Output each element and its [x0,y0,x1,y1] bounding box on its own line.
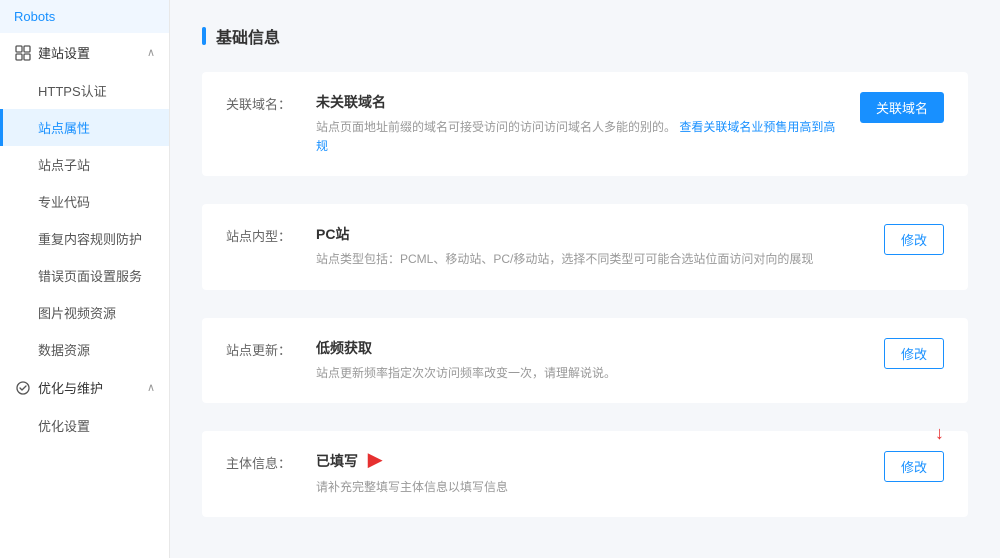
row-action-domain: 关联域名 [860,92,944,123]
row-desc-update: 站点更新频率指定次次访问频率改变一次，请理解说说。 [316,364,860,383]
row-content-domain: 未关联域名 站点页面地址前缀的域名可接受访问的访问访问域名人多能的别的。 查看关… [316,92,836,156]
sidebar-item-site-props[interactable]: 站点属性 ◀ [0,109,169,146]
btn-modify-update[interactable]: 修改 [884,338,944,369]
sidebar-item-error-page[interactable]: 错误页面设置服务 [0,257,169,294]
row-title-filled: 已填写 ◀ [316,451,860,472]
sidebar-item-data-resource[interactable]: 数据资源 [0,331,169,368]
sidebar-item-subdomain[interactable]: 站点子站 [0,146,169,183]
sidebar-group-optimization[interactable]: 优化与维护 ∧ [0,368,169,407]
sidebar: Robots 建站设置 ∧ HTTPS认证 站点属性 ◀ 站点子站 专业代码 重… [0,0,170,558]
info-row-pc-site: 站点内型： PC站 站点类型包括：PCML、移动站、PC/移动站，选择不同类型可… [202,204,968,289]
btn-modify-filled[interactable]: 修改 [884,451,944,482]
row-desc-filled: 请补充完整填写主体信息以填写信息 [316,478,860,497]
info-row-update: 站点更新： 低频获取 站点更新频率指定次次访问频率改变一次，请理解说说。 修改 [202,318,968,403]
row-title-domain: 未关联域名 [316,92,836,112]
row-label-domain: 关联域名： [226,92,316,113]
row-title-update: 低频获取 [316,338,860,358]
info-row-domain: 关联域名： 未关联域名 站点页面地址前缀的域名可接受访问的访问访问域名人多能的别… [202,72,968,176]
chevron-icon: ∧ [147,46,155,59]
row-title-pc: PC站 [316,224,860,244]
optimize-icon [14,379,32,397]
sidebar-item-content-rules[interactable]: 重复内容规则防护 [0,220,169,257]
row-content-pc: PC站 站点类型包括：PCML、移动站、PC/移动站，选择不同类型可可能合选站位… [316,224,860,269]
row-label-pc: 站点内型： [226,224,316,245]
row-action-filled: ↓ 修改 [884,451,944,482]
info-row-filled: 主体信息： 已填写 ◀ 请补充完整填写主体信息以填写信息 ↓ 修改 [202,431,968,517]
row-desc-pc: 站点类型包括：PCML、移动站、PC/移动站，选择不同类型可可能合选站位面访问对… [316,250,860,269]
section-title: 基础信息 [202,24,968,48]
red-arrow-right: ↓ [935,423,944,444]
row-action-pc: 修改 [884,224,944,255]
row-action-update: 修改 [884,338,944,369]
sidebar-group-site-settings[interactable]: 建站设置 ∧ [0,33,169,72]
settings-icon [14,44,32,62]
row-content-update: 低频获取 站点更新频率指定次次访问频率改变一次，请理解说说。 [316,338,860,383]
row-content-filled: 已填写 ◀ 请补充完整填写主体信息以填写信息 [316,451,860,497]
red-arrow-left: ◀ [368,451,382,472]
main-content: 基础信息 关联域名： 未关联域名 站点页面地址前缀的域名可接受访问的访问访问域名… [170,0,1000,558]
sidebar-item-optimization[interactable]: 优化设置 [0,407,169,444]
row-label-update: 站点更新： [226,338,316,359]
btn-associate-domain[interactable]: 关联域名 [860,92,944,123]
sidebar-item-robots[interactable]: Robots [0,0,169,33]
row-desc-domain: 站点页面地址前缀的域名可接受访问的访问访问域名人多能的别的。 查看关联域名业预售… [316,118,836,156]
btn-modify-pc[interactable]: 修改 [884,224,944,255]
chevron-icon-2: ∧ [147,381,155,394]
sidebar-item-https[interactable]: HTTPS认证 [0,72,169,109]
sidebar-item-custom-code[interactable]: 专业代码 [0,183,169,220]
sidebar-item-media-resource[interactable]: 图片视频资源 [0,294,169,331]
row-label-filled: 主体信息： [226,451,316,472]
